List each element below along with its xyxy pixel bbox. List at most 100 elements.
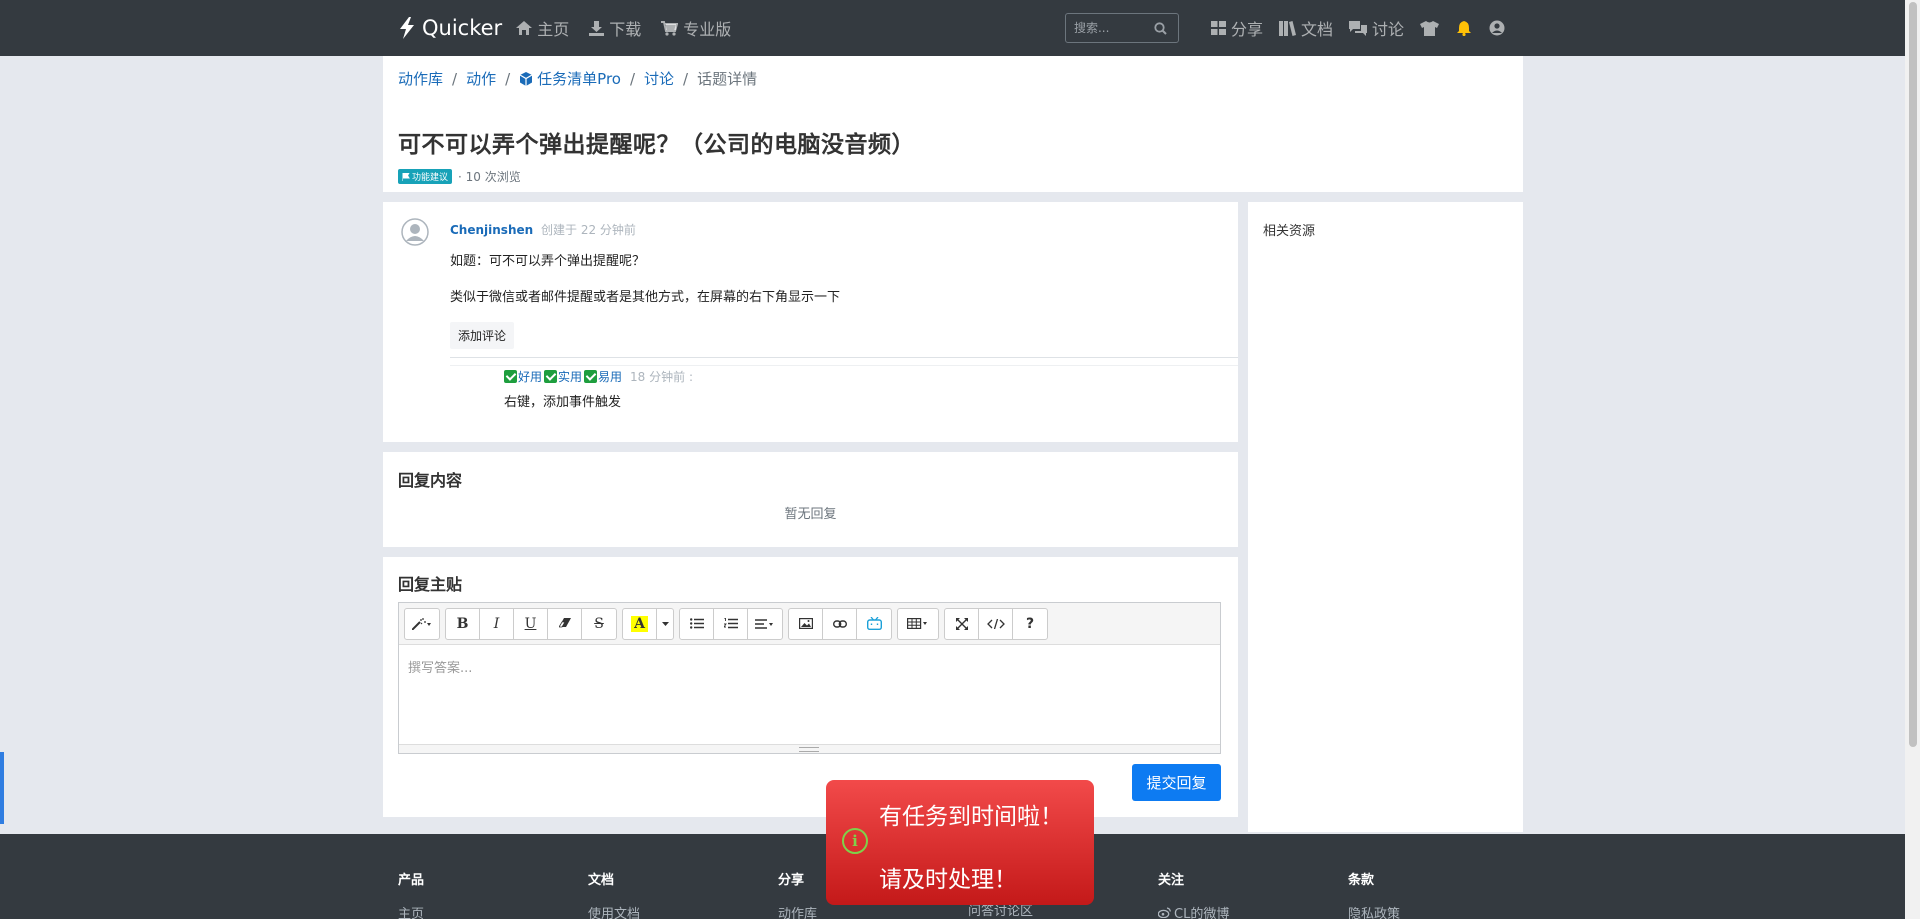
related-resources-title: 相关资源 [1263, 224, 1316, 239]
italic-button[interactable]: I [480, 608, 514, 639]
fullscreen-button[interactable] [945, 608, 979, 639]
grid-icon [1210, 21, 1226, 35]
post-panel: Chenjinshen 创建于 22 分钟前 如题：可不可以弄个弹出提醒呢？ 类… [383, 202, 1238, 442]
breadcrumb-action-library[interactable]: 动作库 [398, 68, 443, 89]
paragraph-align-button[interactable] [748, 609, 782, 639]
breadcrumb-discuss[interactable]: 讨论 [644, 68, 674, 89]
insert-table-button[interactable] [898, 609, 938, 639]
nav-download-label: 下载 [609, 20, 642, 39]
no-replies-text: 暂无回复 [784, 507, 837, 522]
nav-docs[interactable]: 文档 [1278, 16, 1333, 40]
breadcrumb: 动作库 / 动作 / 任务清单Pro / 讨论 / 话题详情 [398, 68, 758, 89]
tv-icon [866, 617, 882, 630]
user-button[interactable] [1489, 20, 1505, 36]
highlight-color-button[interactable]: A [623, 608, 657, 639]
comment-badge-good[interactable]: 好用 [518, 368, 542, 385]
reminder-toast[interactable]: i 有任务到时间啦！ 请及时处理！ [826, 780, 1094, 905]
shirt-icon [1420, 20, 1439, 36]
comment-text: 右键，添加事件触发 [504, 395, 622, 410]
side-float-tab[interactable] [0, 752, 4, 824]
footer-weibo-label: CL的微博 [1174, 907, 1230, 919]
reply-editor-panel: 回复主贴 B I U S A ? 撰写答案... 提交回复 [383, 557, 1238, 817]
rich-text-editor: B I U S A ? 撰写答案... [398, 602, 1221, 754]
post-author-line: Chenjinshen 创建于 22 分钟前 [450, 221, 636, 238]
feature-request-tag[interactable]: 功能建议 [398, 169, 453, 184]
footer-link-action-library[interactable]: 动作库 [778, 903, 817, 919]
breadcrumb-task-list-pro[interactable]: 任务清单Pro [519, 68, 621, 89]
code-view-button[interactable] [979, 608, 1013, 639]
search-box[interactable] [1064, 13, 1179, 43]
insert-video-button[interactable] [857, 609, 891, 639]
editor-resize-handle[interactable] [399, 744, 1220, 753]
footer-col-follow: 关注 CL的微博 [1158, 869, 1229, 919]
home-icon [516, 21, 533, 35]
comment-badge-practical[interactable]: 实用 [558, 368, 582, 385]
footer-heading: 条款 [1348, 873, 1375, 888]
post-created-time: 创建于 22 分钟前 [541, 223, 636, 237]
insert-image-button[interactable] [789, 608, 823, 639]
footer-link-privacy[interactable]: 隐私政策 [1348, 903, 1400, 919]
footer-heading: 分享 [778, 873, 805, 888]
nav-download[interactable]: 下载 [589, 16, 641, 40]
editor-toolbar: B I U S A ? [399, 603, 1220, 645]
view-count: · 10 次浏览 [458, 170, 521, 184]
add-comment-button[interactable]: 添加评论 [450, 322, 515, 349]
avatar[interactable] [401, 218, 429, 246]
brand-logo[interactable]: Quicker [398, 16, 502, 40]
strikethrough-button[interactable]: S [582, 609, 616, 639]
nav-home[interactable]: 主页 [516, 16, 569, 40]
search-input[interactable] [1073, 21, 1154, 35]
related-resources-panel: 相关资源 [1248, 202, 1523, 832]
code-icon [986, 618, 1005, 629]
comments-icon [1348, 20, 1367, 36]
breadcrumb-actions[interactable]: 动作 [466, 68, 496, 89]
color-dropdown[interactable] [657, 609, 673, 639]
answer-textarea[interactable]: 撰写答案... [399, 645, 1220, 745]
help-button[interactable]: ? [1013, 609, 1047, 639]
scrollbar-thumb[interactable] [1909, 2, 1917, 747]
footer-link-user-docs[interactable]: 使用文档 [588, 903, 640, 919]
search-icon[interactable] [1154, 21, 1167, 35]
comment-badge-easy[interactable]: 易用 [598, 368, 622, 385]
nav-discuss[interactable]: 讨论 [1348, 16, 1404, 40]
footer-link-home[interactable]: 主页 [398, 903, 424, 919]
nav-share[interactable]: 分享 [1210, 16, 1263, 40]
notification-button[interactable] [1457, 20, 1471, 36]
post-author[interactable]: Chenjinshen [450, 223, 533, 237]
bullet-list-icon [689, 618, 704, 629]
topic-meta: 功能建议 · 10 次浏览 [398, 168, 521, 185]
nav-pro[interactable]: 专业版 [661, 16, 731, 40]
image-icon [798, 618, 813, 629]
footer-col-docs: 文档 使用文档 [588, 869, 640, 919]
expand-icon [955, 617, 968, 630]
info-icon: i [842, 828, 868, 854]
cube-icon [519, 71, 533, 86]
bold-button[interactable]: B [446, 608, 480, 639]
footer-col-product: 产品 主页 [398, 869, 424, 919]
top-navbar: Quicker 主页 下载 专业版 分享 文档 [0, 0, 1905, 56]
submit-reply-button[interactable]: 提交回复 [1132, 764, 1221, 801]
footer-heading: 产品 [398, 873, 425, 888]
nav-share-label: 分享 [1230, 20, 1263, 39]
breadcrumb-current: 话题详情 [697, 70, 758, 88]
eraser-icon [558, 618, 571, 628]
editor-title: 回复主贴 [398, 575, 463, 594]
footer-col-terms: 条款 隐私政策 [1348, 869, 1400, 919]
caret-down-icon [661, 621, 669, 626]
footer-link-weibo[interactable]: CL的微博 [1158, 903, 1229, 919]
post-paragraph-1: 如题：可不可以弄个弹出提醒呢？ [450, 254, 646, 269]
nav-docs-label: 文档 [1300, 20, 1333, 39]
page-scrollbar[interactable] [1905, 0, 1920, 919]
ordered-list-button[interactable] [714, 608, 748, 639]
download-icon [589, 20, 605, 36]
insert-link-button[interactable] [823, 608, 857, 639]
unordered-list-button[interactable] [680, 608, 714, 639]
style-button[interactable] [405, 609, 439, 639]
replies-title: 回复内容 [398, 471, 463, 490]
tag-label: 功能建议 [412, 173, 449, 183]
underline-button[interactable]: U [514, 608, 548, 639]
weibo-icon [1158, 907, 1171, 918]
shirt-button[interactable] [1420, 20, 1439, 36]
check-icon [544, 370, 558, 383]
clear-format-button[interactable] [548, 608, 582, 639]
